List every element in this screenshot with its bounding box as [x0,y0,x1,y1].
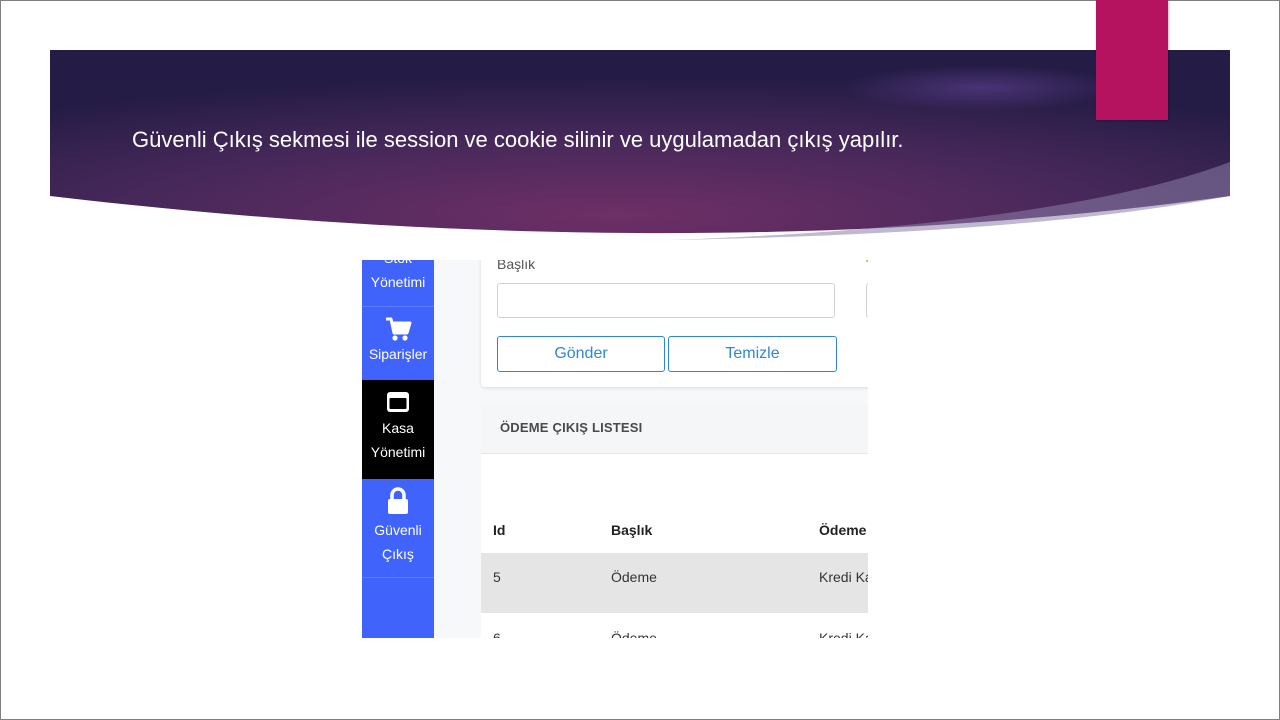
sidebar-item-label: Siparişler [368,346,428,362]
table-cell-payment: Kredi Ka [819,569,868,585]
column-header-payment[interactable]: Ödeme [819,522,866,538]
clear-button[interactable]: Temizle [668,336,837,372]
table-cell-title: Ödeme [611,569,657,585]
table-row[interactable] [481,553,868,613]
sidebar-item-label: Stok [362,260,434,270]
sidebar-item-label: Yönetimi [370,444,426,460]
field-marker [866,260,868,262]
app-screenshot: Stok Yönetimi Siparişler Kasa [362,260,868,638]
sidebar-item-label: Çıkış [382,546,414,562]
list-title: ÖDEME ÇIKIŞ LISTESI [500,420,643,435]
baslik-input[interactable] [497,283,835,318]
sidebar-item-label: Kasa [382,420,414,436]
column-header-id[interactable]: Id [493,522,505,538]
sidebar-item-orders[interactable]: Siparişler [362,306,434,381]
column-header-title[interactable]: Başlık [611,522,652,538]
sidebar-item-cash-management[interactable]: Kasa Yönetimi [362,380,434,479]
sidebar-item-stock-management[interactable]: Stok Yönetimi [362,260,434,307]
sidebar-item-label: Güvenli [374,522,422,538]
table-cell-title: Ödeme [611,630,657,638]
lock-icon [386,487,410,515]
slide-title: Güvenli Çıkış sekmesi ile session ve coo… [132,127,904,152]
sidebar-item-secure-logout[interactable]: Güvenli Çıkış [362,479,434,578]
table-cell-payment: Kredi Ka [819,630,868,638]
sidebar-item-label: Yönetimi [370,274,426,290]
baslik-label: Başlık [497,260,536,272]
table-cell-id: 6 [493,630,501,638]
cash-register-icon [386,390,410,414]
sidebar: Stok Yönetimi Siparişler Kasa [362,260,434,638]
cart-icon [383,314,413,344]
table-cell-id: 5 [493,569,501,585]
secondary-input[interactable] [866,283,868,318]
send-button[interactable]: Gönder [497,336,665,372]
accent-tab [1096,0,1168,120]
